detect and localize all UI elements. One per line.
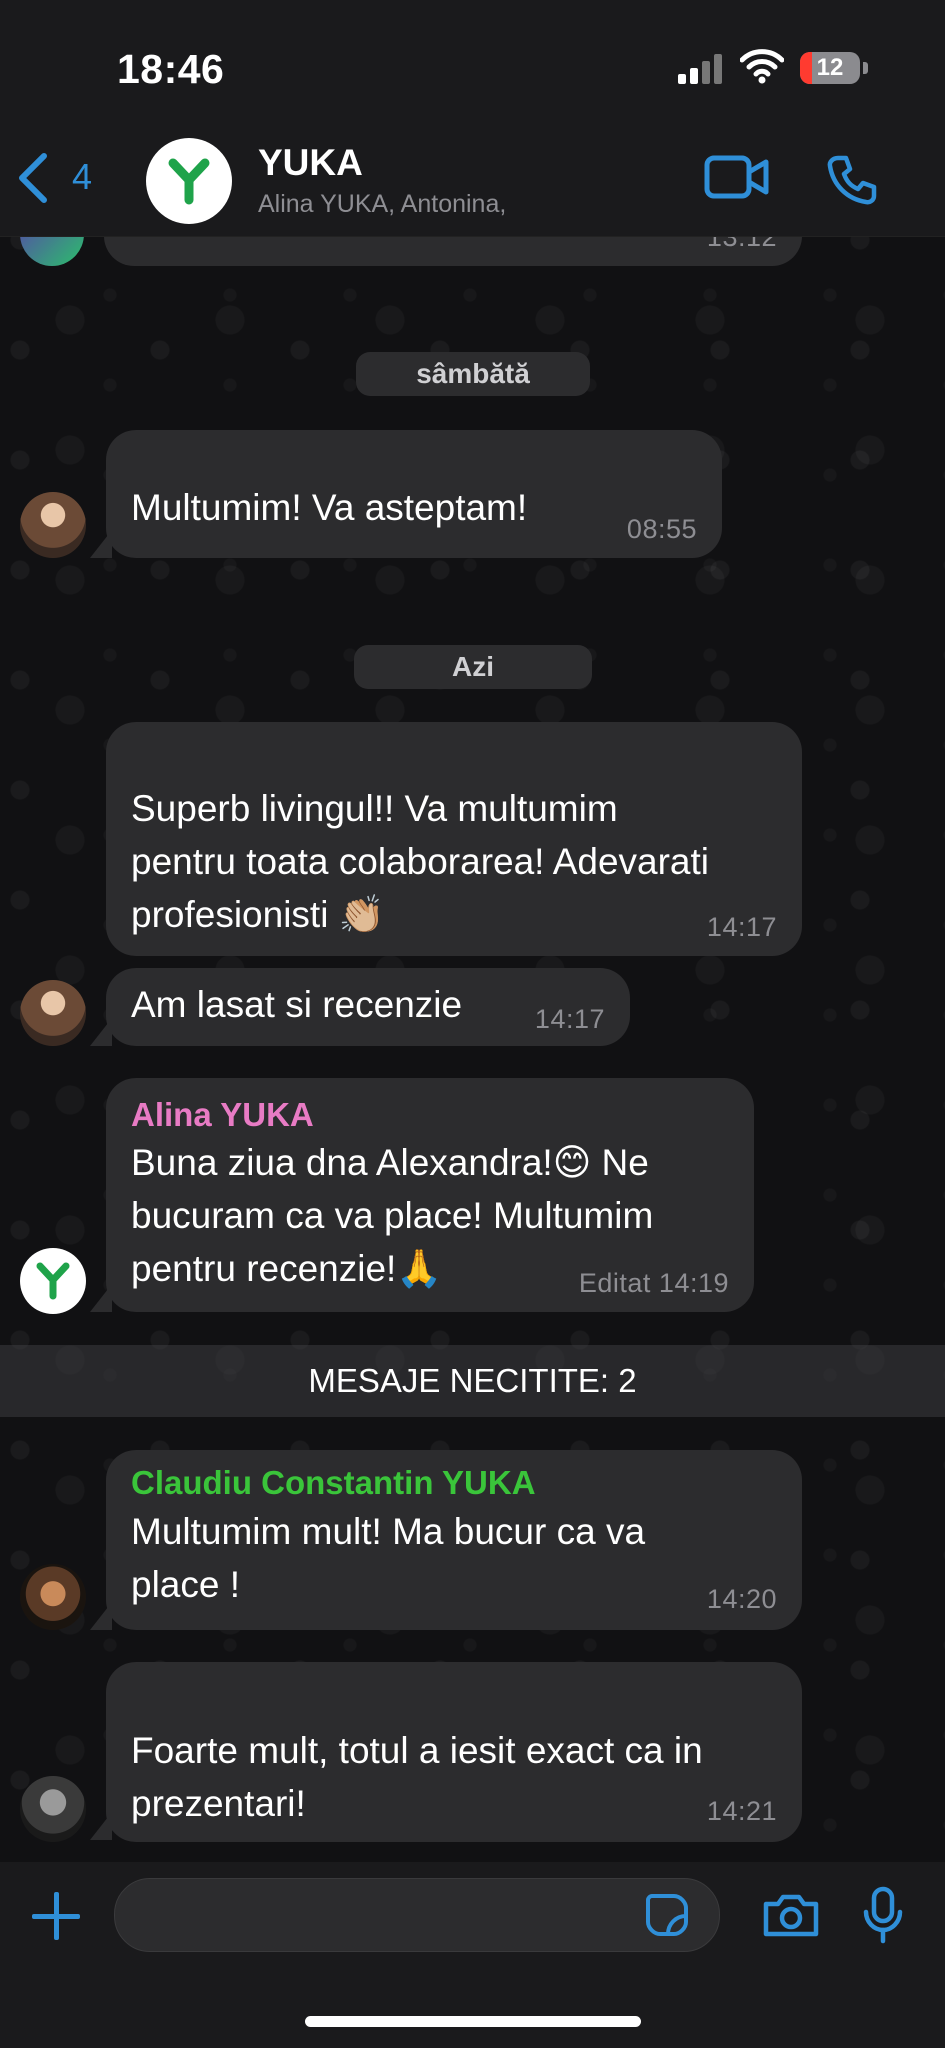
bubble-tail [90, 530, 112, 558]
sender-avatar[interactable] [20, 1776, 86, 1842]
bubble-tail [90, 1812, 112, 1840]
message-time: 14:17 [534, 1004, 605, 1034]
message-bubble[interactable]: Multumim! Va asteptam! 08:55 [106, 430, 722, 558]
message-time: Editat 14:19 [579, 1268, 729, 1299]
message-bubble[interactable]: Superb livingul!! Va multumim pentru toa… [106, 722, 802, 956]
message-input-bar [0, 1862, 945, 2048]
battery-indicator: 12 [800, 52, 860, 84]
message-time: 08:55 [626, 514, 697, 544]
message-text: Foarte mult, totul a iesit exact ca in p… [131, 1730, 703, 1824]
chat-header: 4 YUKA Alina YUKA, Antonina, [0, 120, 945, 237]
group-avatar[interactable] [146, 138, 232, 224]
video-call-icon[interactable] [704, 154, 770, 200]
yuka-avatar[interactable] [20, 1248, 86, 1314]
message-bubble[interactable]: Am lasat si recenzie 14:17 [106, 968, 630, 1046]
bubble-tail [90, 1018, 112, 1046]
camera-icon[interactable] [762, 1892, 820, 1938]
yuka-logo-icon [168, 158, 210, 205]
chat-title[interactable]: YUKA [258, 142, 363, 184]
sender-name[interactable]: Claudiu Constantin YUKA [131, 1464, 536, 1502]
message-bubble[interactable]: Alina YUKA Buna ziua dna Alexandra!😊 Ne … [106, 1078, 754, 1312]
battery-tip [863, 62, 868, 74]
message-time: 14:20 [706, 1584, 777, 1614]
message-bubble[interactable]: Claudiu Constantin YUKA Multumim mult! M… [106, 1450, 802, 1630]
message-bubble[interactable]: Foarte mult, totul a iesit exact ca in p… [106, 1662, 802, 1842]
message-text: Superb livingul!! Va multumim pentru toa… [131, 788, 709, 935]
sender-avatar[interactable] [20, 980, 86, 1046]
sender-name[interactable]: Alina YUKA [131, 1096, 314, 1134]
status-bar: 18:46 12 [0, 0, 945, 120]
time-value: 14:19 [658, 1268, 729, 1298]
status-time: 18:46 [117, 46, 225, 92]
bubble-tail [90, 1284, 112, 1312]
bubble-tail [90, 1602, 112, 1630]
message-text: Am lasat si recenzie [131, 984, 463, 1025]
sender-avatar[interactable] [20, 1564, 86, 1630]
back-button[interactable]: 4 [14, 150, 104, 206]
message-input[interactable] [114, 1878, 720, 1952]
message-text: Buna ziua dna Alexandra!😊 Ne bucuram ca … [131, 1142, 654, 1289]
message-text: Multumim! Va asteptam! [131, 487, 528, 528]
phone-icon[interactable] [826, 154, 878, 206]
sender-avatar[interactable] [20, 492, 86, 558]
yuka-logo-icon [36, 1262, 70, 1300]
chevron-left-icon [19, 153, 47, 203]
cellular-signal-icon [678, 52, 728, 84]
microphone-icon[interactable] [862, 1886, 904, 1944]
home-indicator[interactable] [305, 2016, 641, 2027]
date-separator: sâmbătă [356, 352, 590, 396]
date-separator: Azi [354, 645, 592, 689]
unread-chats-count: 4 [72, 156, 93, 197]
message-time: 14:21 [706, 1796, 777, 1826]
message-text: Multumim mult! Ma bucur ca va place ! [131, 1511, 646, 1605]
battery-percent: 12 [816, 54, 844, 81]
edited-label: Editat [578, 1268, 651, 1298]
sticker-icon[interactable] [644, 1892, 690, 1938]
wifi-icon [740, 49, 784, 84]
chat-members[interactable]: Alina YUKA, Antonina, [258, 190, 506, 219]
plus-icon[interactable] [32, 1892, 80, 1940]
unread-messages-divider: MESAJE NECITITE: 2 [0, 1345, 945, 1417]
message-time: 14:17 [706, 912, 777, 942]
